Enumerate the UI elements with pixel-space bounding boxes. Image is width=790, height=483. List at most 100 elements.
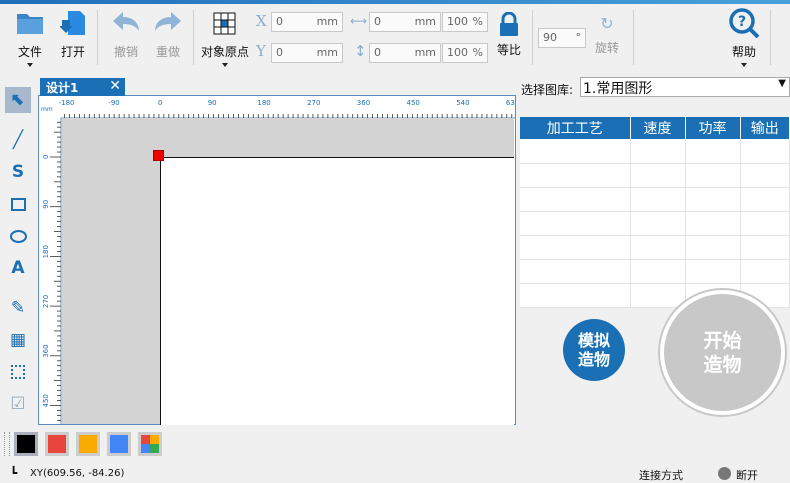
rotate-angle-input[interactable]: 90 ° xyxy=(538,28,586,48)
ellipse-tool[interactable] xyxy=(5,223,31,249)
work-page[interactable] xyxy=(160,157,514,425)
width-percent-input[interactable]: 100% xyxy=(442,12,488,32)
cursor-coordinates: XY(609.56, -84.26) xyxy=(30,468,125,479)
grid-icon: ▦ xyxy=(9,330,27,350)
file-label: 文件 xyxy=(17,45,42,59)
rectangle-icon xyxy=(10,197,26,211)
frame-tool[interactable] xyxy=(5,359,31,385)
curve-icon: S xyxy=(11,162,25,182)
ruler-label: 360 xyxy=(42,344,50,357)
column-process: 加工工艺 xyxy=(520,117,631,139)
x-label: X xyxy=(256,12,267,30)
rotate-icon: ↻ xyxy=(600,14,614,33)
tab-design-1[interactable]: 设计1 ✕ xyxy=(40,78,125,96)
help-label: 帮助 xyxy=(731,45,756,59)
ruler-label: 0 xyxy=(42,155,50,159)
measure-tool[interactable]: ✎ xyxy=(5,295,31,321)
table-row xyxy=(520,139,790,164)
help-icon: ? xyxy=(729,8,760,39)
edit-tool[interactable]: ☑ xyxy=(5,391,31,417)
table-tool[interactable]: ▦ xyxy=(5,327,31,353)
origin-marker xyxy=(153,150,164,161)
ruler-label: 180 xyxy=(257,99,270,107)
ratio-label: 等比 xyxy=(496,43,521,57)
curve-tool[interactable]: S xyxy=(5,159,31,185)
simulate-button[interactable]: 模拟造物 xyxy=(563,319,625,381)
redo-button[interactable]: 重做 xyxy=(150,10,186,60)
title-bar-accent xyxy=(0,0,790,4)
edit-checkbox-icon: ☑ xyxy=(10,394,26,414)
ruler-icon: ✎ xyxy=(10,298,26,318)
width-input[interactable]: 0 mm xyxy=(369,12,441,32)
text-tool[interactable]: A xyxy=(5,255,31,281)
table-row xyxy=(520,211,790,236)
drawing-toolbar: ⬉ ╱ S A ✎ ▦ ☑ xyxy=(0,75,36,425)
ruler-label: 450 xyxy=(42,394,50,407)
color-swatch[interactable] xyxy=(45,432,69,456)
ruler-unit: mm xyxy=(41,106,53,113)
height-icon: ↕ xyxy=(354,42,367,60)
open-button[interactable]: 打开 xyxy=(55,10,91,60)
rotate-button[interactable]: ↻ 旋转 xyxy=(592,14,622,56)
close-tab-icon[interactable]: ✕ xyxy=(109,78,121,94)
connection-label: 连接方式 xyxy=(639,469,683,482)
ruler-label: 90 xyxy=(42,200,50,209)
file-menu-button[interactable]: 文件 xyxy=(10,10,50,67)
ruler-label: 630 xyxy=(506,99,515,107)
table-row xyxy=(520,187,790,212)
rotate-label: 旋转 xyxy=(594,41,619,55)
redo-label: 重做 xyxy=(155,45,180,59)
ruler-label: 90 xyxy=(208,99,217,107)
select-tool[interactable]: ⬉ xyxy=(5,87,31,113)
x-input[interactable]: 0 mm xyxy=(271,12,343,32)
column-output: 输出 xyxy=(740,117,790,139)
ruler-label: 450 xyxy=(407,99,420,107)
table-row xyxy=(520,235,790,260)
open-label: 打开 xyxy=(60,45,85,59)
undo-button[interactable]: 撤销 xyxy=(108,10,144,60)
open-file-icon xyxy=(59,11,85,35)
origin-axis-icon: ┗ xyxy=(10,466,18,480)
library-label: 选择图库: xyxy=(521,83,574,97)
width-icon: ⟷ xyxy=(350,14,368,28)
ruler-label: -180 xyxy=(59,99,75,107)
y-label: Y xyxy=(256,42,266,60)
help-button[interactable]: ? 帮助 xyxy=(726,8,762,67)
ellipse-icon xyxy=(9,229,27,243)
ruler-label: 0 xyxy=(158,99,162,107)
ruler-label: 270 xyxy=(42,295,50,308)
table-row xyxy=(520,259,790,284)
height-input[interactable]: 0 mm xyxy=(369,43,441,63)
y-input[interactable]: 0 mm xyxy=(271,43,343,63)
ruler-label: 180 xyxy=(42,245,50,258)
text-icon: A xyxy=(11,258,25,278)
proportional-lock-button[interactable]: 等比 xyxy=(494,11,524,58)
line-icon: ╱ xyxy=(12,130,24,150)
color-swatch[interactable] xyxy=(138,432,162,456)
undo-icon xyxy=(113,12,139,31)
cursor-icon: ⬉ xyxy=(10,90,26,110)
table-row xyxy=(520,163,790,188)
color-swatch[interactable] xyxy=(14,432,38,456)
color-swatch[interactable] xyxy=(76,432,100,456)
connection-state: 断开 xyxy=(736,469,758,482)
object-origin-button[interactable]: 对象原点 xyxy=(198,12,252,67)
height-percent-input[interactable]: 100% xyxy=(442,43,488,63)
rectangle-tool[interactable] xyxy=(5,191,31,217)
color-swatch[interactable] xyxy=(107,432,131,456)
start-button[interactable]: 开始造物 xyxy=(660,290,785,415)
redo-icon xyxy=(155,12,181,31)
ruler-label: 360 xyxy=(357,99,370,107)
column-power: 功率 xyxy=(685,117,741,139)
library-select[interactable]: 1.常用图形 ▼ xyxy=(580,77,790,97)
folder-icon xyxy=(17,14,43,34)
column-speed: 速度 xyxy=(630,117,686,139)
origin-grid-icon xyxy=(213,12,236,35)
connection-status-dot xyxy=(718,467,731,480)
line-tool[interactable]: ╱ xyxy=(5,127,31,153)
origin-label: 对象原点 xyxy=(200,45,249,59)
ruler-label: 270 xyxy=(307,99,320,107)
dropdown-arrow-icon: ▼ xyxy=(778,78,786,89)
ruler-label: -90 xyxy=(108,99,119,107)
svg-text:?: ? xyxy=(738,14,746,30)
